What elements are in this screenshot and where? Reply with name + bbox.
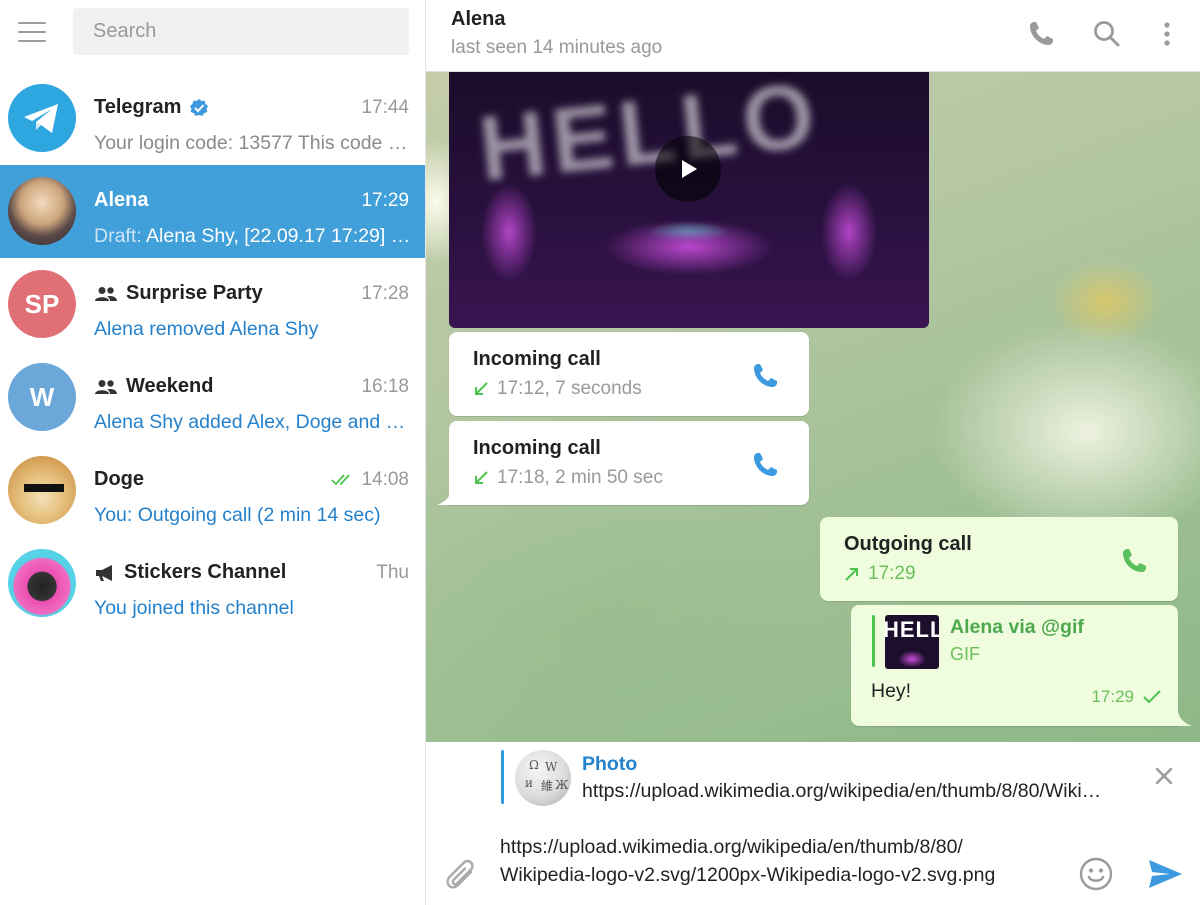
bubble-tail	[1178, 712, 1192, 726]
outgoing-call-message: Outgoing call 17:29	[820, 517, 1178, 601]
reply-gif-thumbnail[interactable]: HELLO	[885, 615, 939, 669]
chat-name: Weekend	[94, 375, 213, 398]
call-back-phone-icon[interactable]	[749, 449, 781, 481]
draft-label: Draft:	[94, 225, 142, 247]
paperclip-icon[interactable]	[442, 854, 478, 894]
link-preview-title: Photo	[582, 753, 638, 775]
sidebar-header	[0, 0, 425, 72]
message-time: 17:29	[1091, 687, 1162, 707]
chat-item-weekend[interactable]: W Weekend 16:18 Alena Shy added Alex, Do…	[0, 351, 425, 444]
chat-preview: You joined this channel	[94, 597, 294, 619]
megaphone-icon	[96, 564, 112, 581]
gif-video-message[interactable]: HELLO	[449, 72, 929, 328]
avatar	[8, 456, 76, 524]
chat-preview: Alena removed Alena Shy	[94, 318, 319, 340]
chat-name: Alena	[94, 189, 149, 211]
chat-item-telegram[interactable]: Telegram 17:44 Your login code: 13577 Th…	[0, 72, 425, 165]
chat-header: Alena last seen 14 minutes ago	[426, 0, 1200, 72]
avatar	[8, 84, 76, 152]
search-icon[interactable]	[1091, 18, 1123, 50]
chat-item-stickers-channel[interactable]: Stickers Channel Thu You joined this cha…	[0, 537, 425, 630]
last-seen-status: last seen 14 minutes ago	[451, 37, 663, 58]
outgoing-text-message: HELLO Alena via @gif GIF Hey! 17:29	[851, 605, 1178, 726]
call-back-phone-icon[interactable]	[1118, 545, 1150, 577]
sunglasses-icon	[24, 484, 64, 492]
call-title: Outgoing call	[844, 533, 972, 555]
call-back-phone-icon[interactable]	[749, 360, 781, 392]
gif-caption-art: HELLO	[474, 72, 826, 201]
chat-time: 16:18	[361, 376, 409, 397]
link-preview-bar	[501, 750, 504, 804]
incoming-arrow-icon	[475, 471, 488, 484]
incoming-call-message: Incoming call 17:18, 2 min 50 sec	[449, 421, 809, 505]
reply-type: GIF	[950, 644, 980, 664]
outgoing-arrow-icon	[845, 568, 858, 581]
verified-badge-icon	[190, 98, 209, 116]
message-area: HELLO Incoming call 17:12, 7 seconds Inc…	[426, 72, 1200, 742]
chat-item-alena[interactable]: Alena 17:29 Draft: Alena Shy, [22.09.17 …	[0, 165, 425, 258]
wikipedia-globe-icon: ΩW и維Ж	[515, 750, 571, 806]
incoming-call-message: Incoming call 17:12, 7 seconds	[449, 332, 809, 416]
send-icon[interactable]	[1146, 855, 1184, 893]
emoji-icon[interactable]	[1078, 856, 1114, 892]
chat-time: 17:28	[361, 283, 409, 304]
compose-area: ΩW и維Ж Photo https://upload.wikimedia.or…	[426, 742, 1200, 905]
call-detail: 17:12, 7 seconds	[473, 378, 642, 400]
chat-title[interactable]: Alena	[451, 8, 505, 31]
chat-preview: Your login code: 13577 This code can be …	[94, 132, 412, 154]
chat-item-surprise-party[interactable]: SP Surprise Party 17:28 Alena removed Al…	[0, 258, 425, 351]
chat-name: Telegram	[94, 96, 209, 119]
call-detail: 17:29	[844, 563, 916, 585]
chat-preview: Alena Shy added Alex, Doge and others	[94, 411, 412, 433]
check-icon	[1143, 690, 1161, 704]
call-title: Incoming call	[473, 437, 601, 459]
chat-name: Doge	[94, 468, 144, 490]
chat-time: 17:44	[361, 97, 409, 118]
more-vertical-icon[interactable]	[1151, 18, 1183, 50]
close-icon[interactable]	[1152, 764, 1176, 788]
chat-name: Surprise Party	[94, 282, 263, 305]
chat-pane: Alena last seen 14 minutes ago HELLO Inc…	[426, 0, 1200, 905]
reply-sender[interactable]: Alena via @gif	[950, 616, 1084, 639]
message-input[interactable]: https://upload.wikimedia.org/wikipedia/e…	[500, 833, 1060, 889]
menu-icon[interactable]	[18, 22, 46, 43]
group-icon	[95, 286, 117, 301]
telegram-logo-icon	[24, 104, 58, 133]
avatar: SP	[8, 270, 76, 338]
play-icon[interactable]	[655, 136, 721, 202]
chat-time: Thu	[376, 562, 409, 583]
chat-time: 14:08	[331, 469, 409, 491]
double-check-icon	[331, 474, 351, 486]
bubble-tail	[437, 491, 451, 505]
chat-preview: You: Outgoing call (2 min 14 sec)	[94, 504, 381, 526]
incoming-arrow-icon	[475, 382, 488, 395]
chat-preview: Draft: Alena Shy, [22.09.17 17:29] Hey!	[94, 225, 412, 247]
chat-name: Stickers Channel	[94, 561, 286, 584]
message-text: Hey!	[871, 680, 912, 702]
search-input[interactable]	[73, 8, 409, 55]
avatar	[8, 177, 76, 245]
chat-time: 17:29	[361, 190, 409, 211]
avatar	[8, 549, 76, 617]
phone-icon[interactable]	[1025, 18, 1057, 50]
call-detail: 17:18, 2 min 50 sec	[473, 467, 663, 489]
link-preview-url: https://upload.wikimedia.org/wikipedia/e…	[582, 780, 1112, 802]
group-icon	[95, 379, 117, 394]
chat-item-doge[interactable]: Doge 14:08 You: Outgoing call (2 min 14 …	[0, 444, 425, 537]
avatar: W	[8, 363, 76, 431]
call-title: Incoming call	[473, 348, 601, 370]
chat-list-sidebar: Telegram 17:44 Your login code: 13577 Th…	[0, 0, 426, 905]
reply-bar	[872, 615, 875, 667]
